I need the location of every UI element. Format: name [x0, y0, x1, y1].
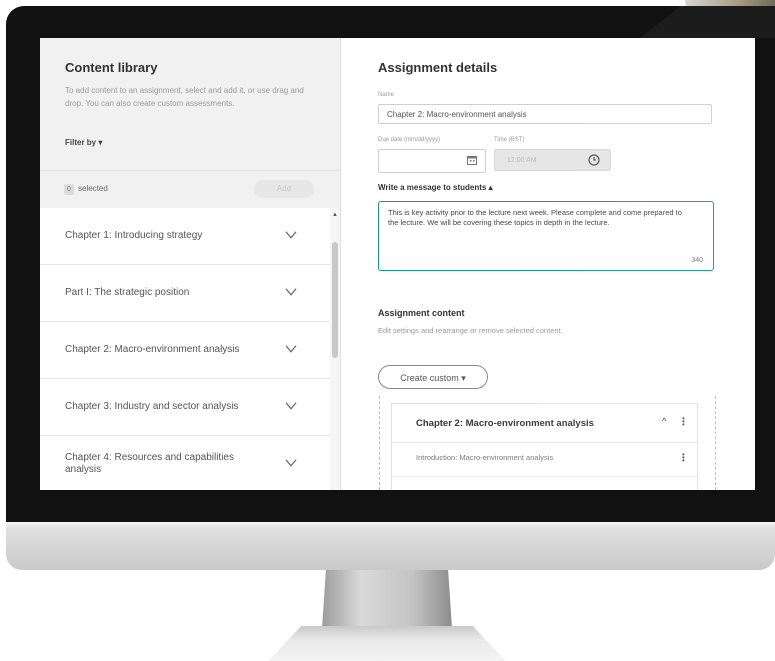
scrollbar-thumb[interactable] [332, 242, 338, 358]
list-item[interactable]: Chapter 3: Industry and sector analysis [40, 379, 330, 436]
clock-icon[interactable] [588, 154, 600, 166]
content-card-row[interactable] [392, 476, 697, 490]
list-item-label: Chapter 4: Resources and capabilities an… [65, 452, 234, 475]
content-library-panel: Content library To add content to an ass… [40, 38, 341, 490]
list-item[interactable]: Chapter 2: Macro-environment analysis [40, 322, 330, 379]
name-label: Name [378, 92, 395, 98]
content-card-row-label: Introduction: Macro-environment analysis [416, 453, 554, 462]
message-text: This is key activity prior to the lectur… [388, 208, 682, 227]
content-library-title: Content library [65, 60, 158, 75]
list-item-label: Chapter 3: Industry and sector analysis [65, 401, 239, 412]
drop-zone-border-right [705, 396, 716, 490]
create-custom-button[interactable]: Create custom ▾ [378, 365, 488, 389]
message-label-text: Write a message to students [378, 183, 487, 192]
message-char-count: 340 [691, 257, 703, 264]
message-label[interactable]: Write a message to students ▴ [378, 183, 493, 192]
monitor-stand-foot [268, 626, 506, 661]
scrollbar[interactable]: ▲ [330, 208, 340, 490]
content-library-description: To add content to an assignment, select … [65, 86, 304, 108]
time-placeholder: 12:00 AM [507, 157, 537, 164]
content-card[interactable]: Chapter 2: Macro-environment analysis ^ … [391, 403, 698, 490]
list-item-label: Chapter 1: Introducing strategy [65, 230, 203, 241]
scroll-up-icon[interactable]: ▲ [332, 212, 338, 218]
time-field[interactable]: 12:00 AM [494, 149, 611, 171]
kebab-menu-icon[interactable]: • • • [682, 451, 685, 465]
chevron-down-icon[interactable] [285, 400, 297, 412]
content-library-list: Chapter 1: Introducing strategy Part I: … [40, 208, 330, 490]
assignment-details-title: Assignment details [378, 60, 498, 75]
monitor-chin [6, 522, 775, 570]
due-date-field[interactable] [378, 149, 486, 173]
list-item[interactable]: Chapter 1: Introducing strategy [40, 208, 330, 265]
content-card-row[interactable]: Introduction: Macro-environment analysis… [392, 442, 697, 477]
assignment-content-description: Edit settings and rearrange or remove se… [378, 326, 563, 335]
selected-label: selected [78, 184, 108, 193]
create-custom-label: Create custom [400, 373, 459, 383]
selected-count: 0 [64, 184, 74, 195]
assignment-content-title: Assignment content [378, 308, 465, 318]
message-textarea[interactable]: This is key activity prior to the lectur… [378, 201, 714, 271]
monitor-chin-highlight [6, 522, 775, 528]
caret-down-icon: ▾ [461, 373, 466, 383]
chevron-down-icon[interactable] [285, 286, 297, 298]
content-card-title: Chapter 2: Macro-environment analysis [416, 418, 594, 429]
collapse-caret-icon[interactable]: ^ [662, 416, 666, 426]
caret-down-icon: ▾ [98, 138, 103, 147]
list-item-label: Chapter 2: Macro-environment analysis [65, 344, 240, 355]
selection-bar: 0 selected Add [40, 170, 340, 210]
chevron-down-icon[interactable] [285, 229, 297, 241]
calendar-icon[interactable] [467, 155, 477, 165]
assignment-details-panel: Assignment details Name Chapter 2: Macro… [341, 38, 755, 490]
monitor-stand-neck [322, 570, 452, 628]
caret-up-icon: ▴ [488, 183, 493, 192]
drop-zone-border-left [379, 396, 390, 490]
content-card-header[interactable]: Chapter 2: Macro-environment analysis ^ … [392, 404, 697, 443]
filter-by-label: Filter by [65, 138, 97, 147]
time-label: Time (BST) [494, 137, 525, 143]
chevron-down-icon[interactable] [285, 343, 297, 355]
name-field[interactable]: Chapter 2: Macro-environment analysis [378, 104, 712, 124]
screen: Content library To add content to an ass… [40, 38, 755, 490]
filter-by-dropdown[interactable]: Filter by ▾ [65, 138, 102, 147]
chevron-down-icon[interactable] [285, 457, 297, 469]
kebab-menu-icon[interactable]: • • • [682, 415, 685, 429]
list-item[interactable]: Chapter 4: Resources and capabilities an… [40, 436, 330, 490]
add-button[interactable]: Add [254, 180, 314, 198]
list-item-label: Part I: The strategic position [65, 287, 190, 298]
list-item[interactable]: Part I: The strategic position [40, 265, 330, 322]
due-date-label: Due date (mm/dd/yyyy) [378, 137, 441, 143]
